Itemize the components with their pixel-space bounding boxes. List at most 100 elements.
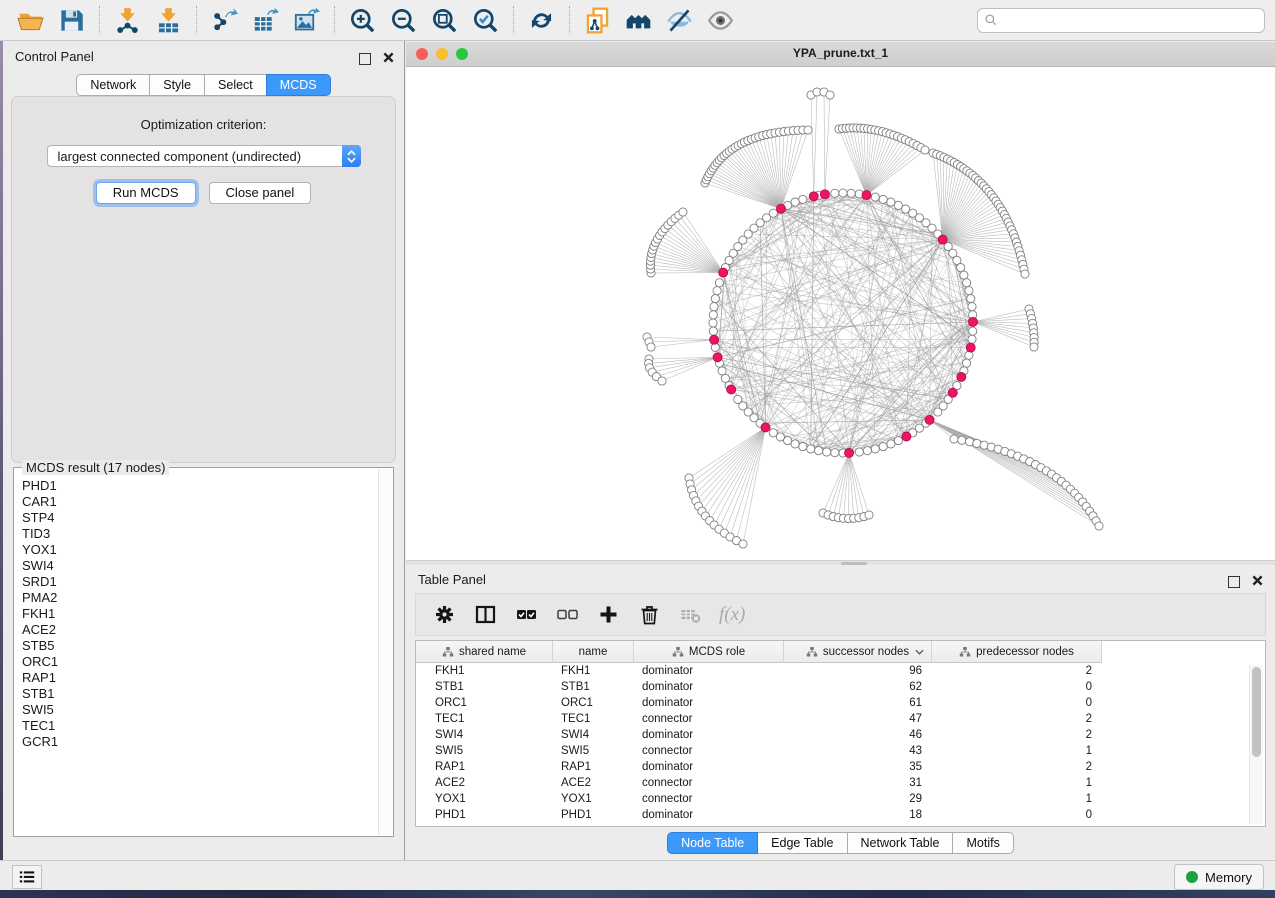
network-node[interactable] — [709, 311, 717, 319]
mcds-hub-node[interactable] — [902, 432, 911, 441]
network-node[interactable] — [958, 436, 966, 444]
network-node[interactable] — [973, 439, 981, 447]
table-row[interactable]: PHD1PHD1dominator180 — [416, 807, 1265, 823]
network-node[interactable] — [969, 327, 977, 335]
network-node[interactable] — [711, 343, 719, 351]
result-list-item[interactable]: TID3 — [22, 526, 378, 542]
table-row[interactable]: SWI5SWI5connector431 — [416, 743, 1265, 759]
network-node[interactable] — [710, 303, 718, 311]
mcds-hub-node[interactable] — [966, 343, 975, 352]
result-list-item[interactable]: PMA2 — [22, 590, 378, 606]
mcds-hub-node[interactable] — [719, 268, 728, 277]
network-node[interactable] — [839, 189, 847, 197]
network-node[interactable] — [960, 271, 968, 279]
network-node[interactable] — [658, 377, 666, 385]
network-node[interactable] — [791, 440, 799, 448]
close-icon[interactable] — [383, 50, 394, 68]
network-node[interactable] — [950, 435, 958, 443]
result-list-item[interactable]: PHD1 — [22, 478, 378, 494]
tab-motifs[interactable]: Motifs — [952, 832, 1013, 854]
column-header-name[interactable]: name — [553, 641, 634, 663]
network-node[interactable] — [967, 295, 975, 303]
column-header-MCDS-role[interactable]: MCDS role — [634, 641, 784, 663]
float-window-icon[interactable] — [359, 53, 371, 65]
network-node[interactable] — [721, 374, 729, 382]
network-node[interactable] — [847, 189, 855, 197]
network-node[interactable] — [855, 448, 863, 456]
result-list-item[interactable]: SWI4 — [22, 558, 378, 574]
result-scrollbar[interactable] — [378, 469, 392, 835]
search-input[interactable] — [1003, 12, 1258, 28]
network-from-selection-button[interactable] — [577, 3, 618, 37]
result-list-item[interactable]: RAP1 — [22, 670, 378, 686]
network-node[interactable] — [887, 440, 895, 448]
network-node[interactable] — [769, 429, 777, 437]
criterion-select[interactable]: largest connected component (undirected) — [47, 145, 361, 167]
result-list-item[interactable]: SWI5 — [22, 702, 378, 718]
network-node[interactable] — [965, 287, 973, 295]
result-list-item[interactable]: STB1 — [22, 686, 378, 702]
network-node[interactable] — [799, 195, 807, 203]
result-list-item[interactable]: ORC1 — [22, 654, 378, 670]
result-list-item[interactable]: STB5 — [22, 638, 378, 654]
table-row[interactable]: ORC1ORC1dominator610 — [416, 695, 1265, 711]
run-mcds-button[interactable]: Run MCDS — [96, 182, 196, 204]
network-node[interactable] — [647, 343, 655, 351]
mcds-hub-node[interactable] — [761, 423, 770, 432]
network-window-titlebar[interactable]: YPA_prune.txt_1 — [406, 42, 1275, 67]
network-node[interactable] — [718, 367, 726, 375]
column-header-shared-name[interactable]: shared name — [416, 641, 553, 663]
zoom-selected-button[interactable] — [465, 3, 506, 37]
mcds-hub-node[interactable] — [820, 190, 829, 199]
network-node[interactable] — [963, 279, 971, 287]
tab-mcds[interactable]: MCDS — [266, 74, 331, 96]
zoom-out-button[interactable] — [383, 3, 424, 37]
tab-edge-table[interactable]: Edge Table — [757, 832, 847, 854]
network-node[interactable] — [965, 438, 973, 446]
memory-button[interactable]: Memory — [1174, 864, 1264, 890]
tab-network[interactable]: Network — [76, 74, 150, 96]
network-node[interactable] — [815, 447, 823, 455]
show-columns-button[interactable] — [473, 603, 497, 627]
table-scrollbar[interactable] — [1249, 665, 1263, 824]
hide-selected-button[interactable] — [659, 3, 700, 37]
table-row[interactable]: SWI4SWI4dominator462 — [416, 727, 1265, 743]
network-node[interactable] — [1095, 522, 1103, 530]
network-node[interactable] — [734, 395, 742, 403]
result-list-item[interactable]: CAR1 — [22, 494, 378, 510]
table-row[interactable]: TEC1TEC1connector472 — [416, 711, 1265, 727]
network-node[interactable] — [871, 193, 879, 201]
table-row[interactable]: FKH1FKH1dominator962 — [416, 663, 1265, 679]
network-node[interactable] — [921, 146, 929, 154]
result-list-item[interactable]: GCR1 — [22, 734, 378, 750]
float-window-icon[interactable] — [1228, 576, 1240, 588]
table-row[interactable]: YOX1YOX1connector291 — [416, 791, 1265, 807]
mcds-hub-node[interactable] — [713, 353, 722, 362]
network-node[interactable] — [957, 264, 965, 272]
delete-row-button[interactable] — [637, 603, 661, 627]
result-list-item[interactable]: ACE2 — [22, 622, 378, 638]
task-history-button[interactable] — [12, 865, 42, 889]
network-node[interactable] — [739, 540, 747, 548]
network-canvas[interactable] — [406, 67, 1275, 560]
network-node[interactable] — [963, 359, 971, 367]
table-settings-button[interactable] — [432, 603, 456, 627]
mcds-result-list[interactable]: PHD1CAR1STP4TID3YOX1SWI4SRD1PMA2FKH1ACE2… — [15, 469, 378, 835]
network-node[interactable] — [715, 279, 723, 287]
search-box[interactable] — [977, 8, 1265, 33]
column-header-successor-nodes[interactable]: successor nodes — [784, 641, 932, 663]
network-graph[interactable] — [406, 67, 1275, 560]
zoom-in-button[interactable] — [342, 3, 383, 37]
column-header-predecessor-nodes[interactable]: predecessor nodes — [932, 641, 1102, 663]
apply-layout-button[interactable] — [521, 3, 562, 37]
import-network-button[interactable] — [107, 3, 148, 37]
network-node[interactable] — [791, 198, 799, 206]
mcds-hub-node[interactable] — [862, 191, 871, 200]
network-node[interactable] — [968, 335, 976, 343]
open-file-button[interactable] — [10, 3, 51, 37]
network-node[interactable] — [831, 449, 839, 457]
table-row[interactable]: STB1STB1dominator620 — [416, 679, 1265, 695]
network-node[interactable] — [709, 319, 717, 327]
mcds-hub-node[interactable] — [809, 192, 818, 201]
network-node[interactable] — [879, 443, 887, 451]
